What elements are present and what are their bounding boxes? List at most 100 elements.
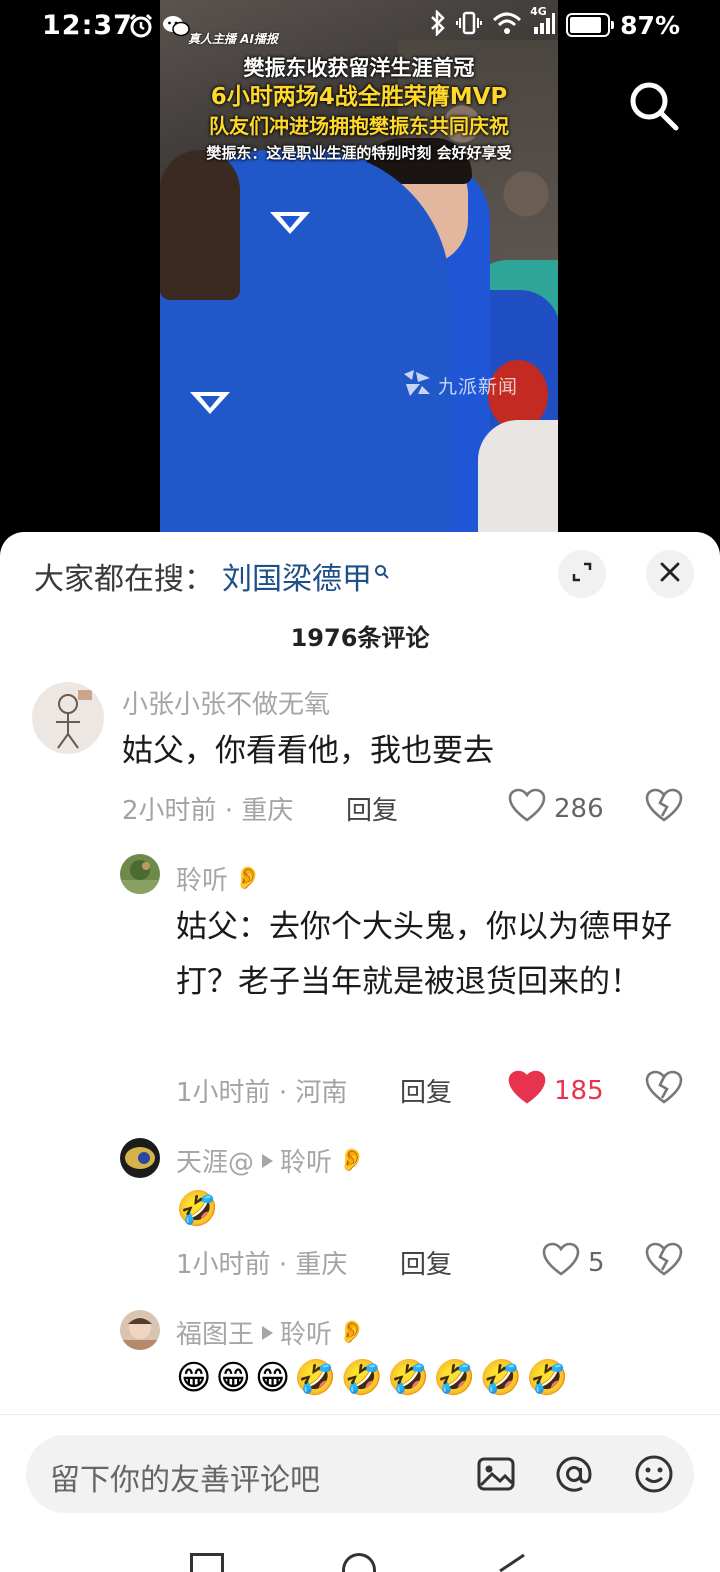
alarm-icon: [128, 13, 154, 43]
comment-username[interactable]: 聆听 👂: [176, 860, 261, 897]
network-type: 4G: [530, 5, 547, 18]
comment-input-bar: 留下你的友善评论吧: [0, 1414, 720, 1572]
close-icon: [659, 561, 681, 587]
comment-text: 🤣: [176, 1189, 219, 1229]
username-text: 聆听: [176, 866, 229, 896]
comment-item: 小张小张不做无氧 姑父，你看看他，我也要去 2小时前 · 重庆 回复 286: [0, 678, 720, 828]
system-status: 4G 87%: [430, 5, 680, 40]
username-text: 小张小张不做无氧: [122, 690, 331, 720]
reply-button[interactable]: 回复: [346, 790, 398, 827]
like-count: 286: [554, 793, 604, 824]
battery-icon: [566, 13, 615, 37]
comment-username[interactable]: 福图王 聆听 👂: [176, 1314, 365, 1351]
avatar[interactable]: [120, 854, 160, 894]
comment-location: 重庆: [241, 796, 294, 826]
username-text: 天涯@: [176, 1148, 255, 1178]
emoji-icon[interactable]: [634, 1454, 674, 1494]
comment-input[interactable]: 留下你的友善评论吧: [26, 1435, 694, 1513]
like-button[interactable]: 5: [542, 1242, 605, 1283]
headline-line: 樊振东：这是职业生涯的特别时刻 会好好享受: [206, 144, 512, 162]
video-player[interactable]: 真人主播 AI播报 樊振东收获留洋生涯首冠 6小时两场4战全胜荣膺MVP 队友们…: [0, 0, 720, 545]
reply-comment-item: 聆听 👂 姑父：去你个大头鬼，你以为德甲好打？老子当年就是被退货回来的！ 1小时…: [0, 850, 720, 1120]
emoji: 🤣: [387, 1358, 430, 1398]
wifi-icon: [492, 11, 522, 39]
bluetooth-icon: [430, 8, 446, 40]
heart-broken-icon: [645, 1070, 683, 1108]
heart-icon: [542, 1242, 580, 1283]
like-button[interactable]: 185: [508, 1070, 604, 1111]
comment-location: 重庆: [295, 1250, 348, 1280]
nav-recent-icon[interactable]: [190, 1553, 224, 1572]
ear-emoji: 👂: [234, 866, 262, 891]
video-player-head-left: [160, 150, 240, 300]
nav-back-icon[interactable]: [494, 1553, 528, 1572]
meta-separator: ·: [278, 1250, 296, 1280]
heart-broken-icon: [645, 1242, 683, 1280]
comment-text: 姑父，你看看他，我也要去: [122, 733, 494, 769]
reply-arrow-icon: [260, 1146, 274, 1176]
trending-label: 大家都在搜：: [34, 562, 214, 597]
search-icon: [374, 553, 390, 588]
comment-meta: 1小时前 · 河南: [176, 1072, 347, 1109]
jersey-logo: [268, 210, 312, 241]
headline-line: 6小时两场4战全胜荣膺MVP: [210, 84, 508, 110]
search-icon[interactable]: [626, 78, 682, 134]
comment-username[interactable]: 天涯@ 聆听 👂: [176, 1142, 365, 1179]
video-towel: [478, 420, 558, 535]
trending-query-link[interactable]: 刘国梁德甲: [222, 554, 372, 598]
nav-home-icon[interactable]: [342, 1553, 376, 1572]
dislike-button[interactable]: [645, 788, 683, 826]
dislike-button[interactable]: [645, 1242, 683, 1280]
comment-location: 河南: [295, 1078, 348, 1108]
status-time: 12:37: [42, 10, 133, 41]
expand-icon: [570, 560, 594, 588]
battery-level: [570, 17, 602, 33]
at-icon[interactable]: [554, 1454, 594, 1494]
close-button[interactable]: [646, 550, 694, 598]
image-icon[interactable]: [476, 1454, 516, 1494]
watermark-text: 九派新闻: [438, 376, 519, 398]
expand-button[interactable]: [558, 550, 606, 598]
like-count: 185: [554, 1075, 604, 1106]
headline-line: 樊振东收获留洋生涯首冠: [243, 56, 475, 80]
signal-icon: 4G: [530, 5, 556, 39]
emoji: 🤣: [433, 1358, 476, 1398]
reply-button[interactable]: 回复: [400, 1244, 452, 1281]
video-frame[interactable]: 真人主播 AI播报 樊振东收获留洋生涯首冠 6小时两场4战全胜荣膺MVP 队友们…: [160, 0, 558, 535]
emoji: 😁: [254, 1358, 291, 1398]
like-button[interactable]: 286: [508, 788, 604, 829]
avatar[interactable]: [120, 1138, 160, 1178]
reply-comment-item: 天涯@ 聆听 👂 🤣 1小时前 · 重庆 回复 5: [0, 1136, 720, 1286]
heart-broken-icon: [645, 788, 683, 826]
dislike-button[interactable]: [645, 1070, 683, 1108]
battery-percent: 87%: [620, 10, 680, 40]
avatar[interactable]: [32, 682, 104, 754]
comment-count-title: 1976条评论: [290, 624, 430, 652]
comment-input-placeholder: 留下你的友善评论吧: [50, 1463, 320, 1498]
vibrate-icon: [456, 10, 483, 40]
reply-target-username[interactable]: 聆听: [280, 1142, 332, 1179]
emoji-row: 😁 😁 😁 🤣 🤣 🤣 🤣 🤣 🤣: [176, 1358, 568, 1398]
meta-separator: ·: [278, 1078, 296, 1108]
comment-username[interactable]: 小张小张不做无氧: [122, 684, 330, 721]
reply-comment-item: 福图王 聆听 👂 😁 😁 😁 🤣 🤣 🤣 🤣 🤣 🤣: [0, 1308, 720, 1418]
avatar[interactable]: [120, 1310, 160, 1350]
emoji: 🤣: [479, 1358, 523, 1398]
video-headline: 樊振东收获留洋生涯首冠 6小时两场4战全胜荣膺MVP 队友们冲进场拥抱樊振东共同…: [160, 54, 558, 165]
headline-line: 队友们冲进场拥抱樊振东共同庆祝: [209, 114, 509, 138]
reply-target-username[interactable]: 聆听: [280, 1314, 332, 1351]
comment-time: 1小时前: [176, 1078, 271, 1108]
jersey-logo: [188, 390, 230, 414]
heart-icon: [508, 1070, 546, 1111]
emoji: 😁: [176, 1358, 212, 1398]
meta-separator: ·: [224, 796, 242, 826]
comment-text: 姑父：去你个大头鬼，你以为德甲好打？老子当年就是被退货回来的！: [176, 909, 672, 1000]
like-count: 5: [588, 1247, 605, 1278]
watermark: 九派新闻: [400, 368, 518, 403]
emoji: 🤣: [340, 1358, 384, 1398]
wechat-icon: [162, 14, 190, 42]
reply-button[interactable]: 回复: [400, 1072, 452, 1109]
trending-search[interactable]: 大家都在搜： 刘国梁德甲: [34, 554, 390, 598]
watermark-icon: [400, 368, 434, 403]
comment-meta: 1小时前 · 重庆: [176, 1244, 347, 1281]
